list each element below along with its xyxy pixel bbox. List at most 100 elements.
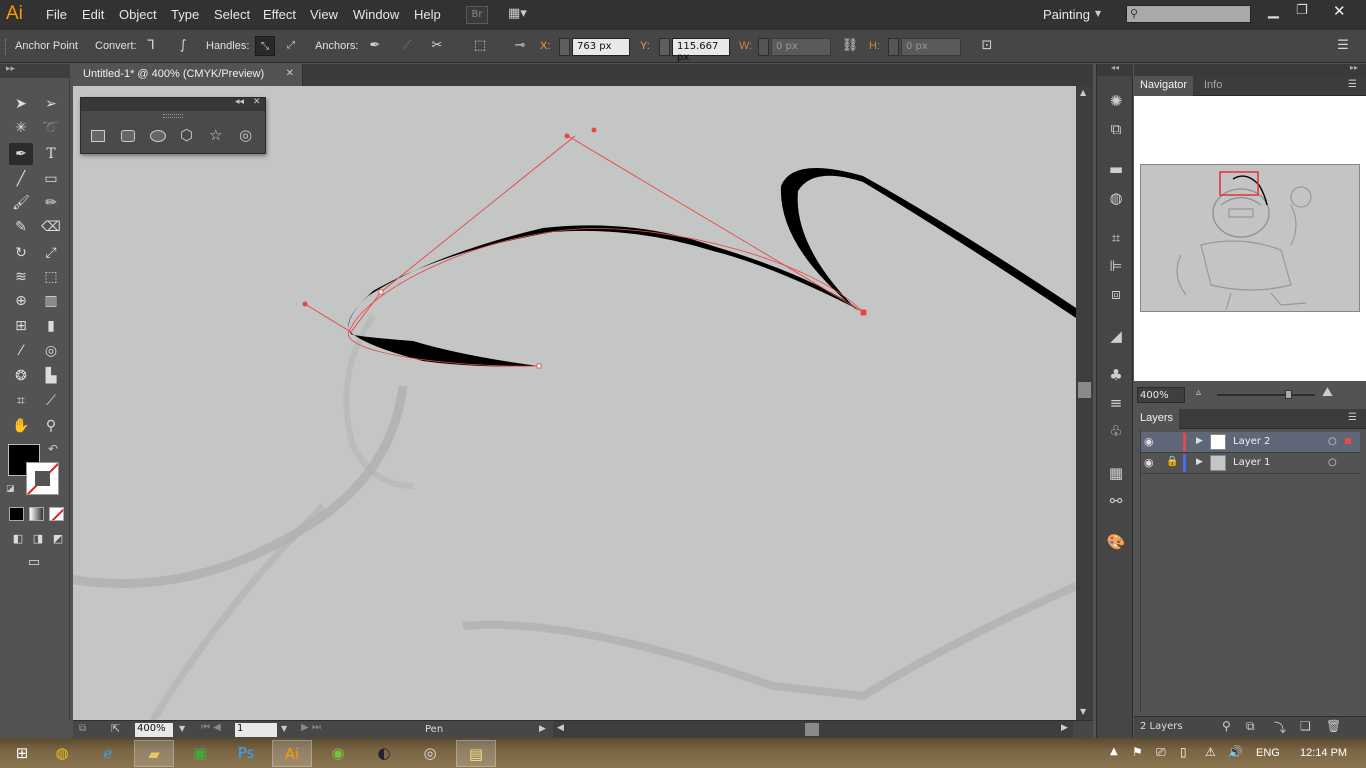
app-icon[interactable]: ◎: [410, 740, 450, 767]
target-circle-icon[interactable]: ○: [1328, 457, 1337, 468]
zoom-dropdown-icon[interactable]: ▼: [179, 724, 185, 733]
shape-panel-header[interactable]: ◂◂ ✕: [81, 97, 265, 111]
anchor-point[interactable]: [378, 289, 384, 295]
layer-name[interactable]: Layer 2: [1233, 436, 1270, 447]
horizontal-scrollbar[interactable]: ◀ ▶: [553, 721, 1073, 738]
zoom-in-icon[interactable]: ⛰: [1322, 385, 1333, 400]
selected-brush-path[interactable]: [348, 225, 863, 367]
isolate-object-icon[interactable]: ⬚: [470, 36, 490, 56]
column-graph-tool-icon[interactable]: ▙: [39, 365, 63, 387]
color-guide-icon[interactable]: ✺: [1105, 90, 1127, 112]
stroke-panel-icon[interactable]: ◢: [1105, 325, 1127, 347]
show-handles-icon[interactable]: ⤡: [255, 36, 275, 56]
illustrator-icon[interactable]: Ai: [272, 740, 312, 767]
color-mode-icon[interactable]: [9, 507, 24, 521]
hide-handles-icon[interactable]: ⤢: [281, 36, 301, 56]
menu-file[interactable]: File: [46, 7, 67, 22]
restore-icon[interactable]: ❐: [1296, 3, 1308, 18]
eyedropper-tool-icon[interactable]: ⁄: [9, 340, 33, 362]
close-icon[interactable]: ✕: [1333, 2, 1346, 20]
next-artboard-icon[interactable]: ▶ ⏭: [301, 722, 321, 733]
shape-builder-tool-icon[interactable]: ⊕: [9, 290, 33, 312]
volume-icon[interactable]: 🔊: [1228, 745, 1243, 759]
artboard-dropdown-icon[interactable]: ▼: [281, 724, 287, 733]
artboard-number-field[interactable]: 1: [235, 723, 277, 737]
align-panel-icon[interactable]: ⊫: [1105, 255, 1127, 277]
x-stepper[interactable]: [559, 38, 570, 56]
expand-triangle-icon[interactable]: ▶: [1196, 457, 1203, 467]
zoom-field[interactable]: 400%: [135, 723, 173, 737]
draw-inside-icon[interactable]: ◩: [46, 528, 70, 550]
zoom-out-icon[interactable]: ▵: [1196, 387, 1201, 398]
ink-stroke-path[interactable]: [780, 168, 1076, 318]
app-icon[interactable]: ▤: [456, 740, 496, 767]
navigator-preview[interactable]: [1134, 96, 1366, 381]
input-language[interactable]: ENG: [1256, 747, 1280, 759]
type-tool-icon[interactable]: T: [39, 143, 63, 165]
direction-point[interactable]: [564, 133, 570, 139]
paintbrush-tool-icon[interactable]: 🖌: [9, 192, 33, 214]
layer-name[interactable]: Layer 1: [1233, 457, 1270, 468]
align-anchor-icon[interactable]: ⊸: [510, 36, 530, 56]
rounded-rectangle-tool-icon[interactable]: [121, 130, 135, 142]
panel-menu-icon[interactable]: ☰: [1348, 79, 1357, 90]
scroll-up-icon[interactable]: ▲: [1080, 88, 1086, 97]
first-artboard-icon[interactable]: ⏮ ◀: [201, 722, 221, 733]
screen-mode-icon[interactable]: ▭: [22, 552, 46, 574]
share-icon[interactable]: ⇱: [111, 722, 120, 735]
zoom-slider-thumb[interactable]: [1285, 390, 1292, 399]
y-stepper[interactable]: [659, 38, 670, 56]
collapse-icon[interactable]: ▸▸: [1350, 63, 1358, 72]
app-icon[interactable]: ◐: [364, 740, 404, 767]
direction-point[interactable]: [591, 127, 597, 133]
star-tool-icon[interactable]: ☆: [209, 126, 222, 144]
artboard-tool-icon[interactable]: ⌗: [9, 390, 33, 412]
artboard-canvas[interactable]: [73, 86, 1076, 720]
locate-object-icon[interactable]: ⚲: [1222, 719, 1231, 733]
menu-edit[interactable]: Edit: [82, 7, 104, 22]
system-clock[interactable]: 12:14 PM: [1300, 747, 1347, 759]
close-icon[interactable]: ✕: [253, 97, 261, 107]
layer-row[interactable]: ◉ ▶ Layer 2 ○: [1140, 432, 1360, 453]
blob-brush-tool-icon[interactable]: ✎: [9, 216, 33, 238]
panel-menu-icon[interactable]: ☰: [1348, 412, 1357, 423]
y-field[interactable]: 115.667 px: [672, 38, 730, 63]
collapse-icon[interactable]: ◂◂: [235, 97, 244, 107]
network-icon[interactable]: ⎚: [1156, 745, 1166, 760]
panel-menu-icon[interactable]: ☰: [1333, 36, 1353, 56]
eraser-tool-icon[interactable]: ⌫: [39, 216, 63, 238]
store-icon[interactable]: ▣: [180, 740, 220, 767]
rotate-tool-icon[interactable]: ↻: [9, 242, 33, 264]
color-panel-icon[interactable]: 🎨: [1105, 531, 1127, 553]
pencil-tool-icon[interactable]: ✏: [39, 192, 63, 214]
minimize-icon[interactable]: ▁: [1268, 3, 1279, 19]
wifi-icon[interactable]: ⚠: [1205, 745, 1216, 759]
anchor-point-selected[interactable]: [860, 309, 867, 316]
menu-object[interactable]: Object: [119, 7, 157, 22]
expand-triangle-icon[interactable]: ▶: [1196, 436, 1203, 446]
link-proportions-icon[interactable]: ⛓: [840, 36, 860, 56]
magic-wand-tool-icon[interactable]: ✳: [9, 117, 33, 139]
search-input[interactable]: ⚲: [1126, 5, 1251, 23]
gradient-panel-icon[interactable]: ▬: [1105, 158, 1127, 180]
rectangle-tool-icon[interactable]: ▭: [39, 168, 63, 190]
convert-to-corner-icon[interactable]: ⅂: [141, 36, 161, 56]
symbol-sprayer-tool-icon[interactable]: ❂: [9, 365, 33, 387]
free-transform-tool-icon[interactable]: ⬚: [39, 266, 63, 288]
appearance-icon[interactable]: ◍: [1105, 187, 1127, 209]
photoshop-icon[interactable]: Ps: [226, 740, 266, 767]
h-scroll-thumb[interactable]: [805, 723, 819, 736]
pathfinder-icon[interactable]: ⧈: [1105, 283, 1127, 305]
scale-tool-icon[interactable]: ⤢: [39, 242, 63, 264]
scroll-down-icon[interactable]: ▼: [1080, 707, 1086, 716]
menu-help[interactable]: Help: [414, 7, 441, 22]
swap-fill-stroke-icon[interactable]: ↶: [48, 442, 58, 456]
zoom-slider-track[interactable]: [1217, 394, 1315, 396]
stroke-swatch[interactable]: [26, 462, 59, 495]
scroll-left-icon[interactable]: ◀: [557, 723, 564, 733]
show-hidden-icons-icon[interactable]: ▲: [1110, 746, 1118, 757]
tab-layers[interactable]: Layers: [1134, 409, 1180, 429]
selection-indicator[interactable]: [1345, 438, 1351, 444]
tab-navigator[interactable]: Navigator: [1134, 76, 1194, 96]
blend-tool-icon[interactable]: ◎: [39, 340, 63, 362]
